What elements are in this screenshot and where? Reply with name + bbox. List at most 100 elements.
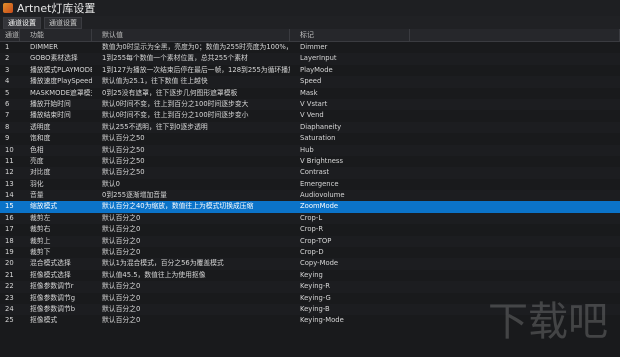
cell-default: 默认0时间不变，往上到百分之100时间逐步变小 <box>102 111 249 120</box>
cell-filler <box>410 122 620 133</box>
cell-default: 0到25没有遮罩，往下逐步几何图形遮罩模板 <box>102 88 238 97</box>
table-row[interactable]: 6 播放开始时间 默认0时间不变，往上到百分之100时间逐步变大 V Vstart <box>0 98 620 111</box>
cell-label: V Vstart <box>300 99 328 108</box>
cell-label: Keying-R <box>300 282 331 291</box>
title-bar: Artnet灯库设置 <box>0 0 620 16</box>
cell-default: 默认百分之0 <box>102 293 141 302</box>
cell-function: 对比度 <box>30 168 51 177</box>
cell-label: Keying-B <box>300 304 330 313</box>
table-row[interactable]: 18 裁剪上 默认百分之0 Crop-TOP <box>0 235 620 248</box>
cell-filler <box>410 156 620 167</box>
tab-channel-settings-2[interactable]: 通道设置 <box>44 16 82 29</box>
cell-default: 默认1为混合模式，百分之56为覆盖模式 <box>102 259 224 268</box>
table-row[interactable]: 3 播放模式PLAYMODE 1到127为播放一次结束后停在最后一帧，128到255… <box>0 65 620 76</box>
cell-default: 默认百分之50 <box>102 145 145 154</box>
cell-channel: 23 <box>5 293 14 302</box>
table-row[interactable]: 15 缩放模式 默认百分之40为缩放，数值往上为模式切换成压缩 ZoomMode <box>0 201 620 213</box>
window-title: Artnet灯库设置 <box>17 2 96 15</box>
cell-default: 默认值45.5，数值往上为使用抠像 <box>102 270 206 279</box>
cell-filler <box>410 133 620 144</box>
cell-default: 数值为0时显示为全黑，亮度为0；数值为255时亮度为100%，通道... <box>102 43 290 51</box>
cell-label: Saturation <box>300 134 336 143</box>
cell-default: 1到127为播放一次结束后停在最后一帧，128到255为循环播放 <box>102 65 290 74</box>
cell-label: Mask <box>300 88 318 97</box>
table-row[interactable]: 11 亮度 默认百分之50 V Brightness <box>0 156 620 167</box>
cell-channel: 4 <box>5 77 10 86</box>
cell-filler <box>410 65 620 76</box>
cell-function: 抠像模式 <box>30 316 58 325</box>
table-row[interactable]: 1 DIMMER 数值为0时显示为全黑，亮度为0；数值为255时亮度为100%，通道… <box>0 42 620 53</box>
table-row[interactable]: 19 裁剪下 默认百分之0 Crop-D <box>0 247 620 258</box>
cell-channel: 8 <box>5 122 10 131</box>
cell-channel: 11 <box>5 156 14 165</box>
cell-channel: 18 <box>5 236 14 245</box>
table-row[interactable]: 21 抠像模式选择 默认值45.5，数值往上为使用抠像 Keying <box>0 270 620 281</box>
header-function[interactable]: 功能 <box>20 29 92 41</box>
cell-filler <box>410 224 620 235</box>
cell-default: 默认百分之0 <box>102 213 141 222</box>
tab-channel-settings-1[interactable]: 通道设置 <box>3 16 41 29</box>
table-row[interactable]: 5 MASKMODE遮罩模式 0到25没有遮罩，往下逐步几何图形遮罩模板 Mask <box>0 88 620 99</box>
table-header: 通道 功能 默认值 标记 <box>0 29 620 42</box>
cell-default: 默认百分之50 <box>102 156 145 165</box>
cell-label: Keying-Mode <box>300 316 344 325</box>
cell-filler <box>410 270 620 281</box>
cell-function: 抠像参数调节g <box>30 293 76 302</box>
cell-function: 裁剪上 <box>30 236 51 245</box>
cell-default: 默认百分之0 <box>102 304 141 313</box>
table-row[interactable]: 13 羽化 默认0 Emergence <box>0 179 620 190</box>
cell-function: DIMMER <box>30 43 58 51</box>
table-row[interactable]: 7 播放结束时间 默认0时间不变，往上到百分之100时间逐步变小 V Vend <box>0 110 620 121</box>
cell-label: Diaphaneity <box>300 122 342 131</box>
cell-filler <box>410 179 620 190</box>
cell-default: 默认0 <box>102 179 120 188</box>
cell-filler <box>410 110 620 121</box>
cell-label: Crop-R <box>300 225 324 234</box>
cell-function: MASKMODE遮罩模式 <box>30 88 92 97</box>
table-row[interactable]: 12 对比度 默认百分之50 Contrast <box>0 167 620 179</box>
table-row[interactable]: 4 播放速度PlaySpeed 默认值为25.1，往下数值 往上越快 Speed <box>0 76 620 88</box>
cell-default: 0到255逐渐增加音量 <box>102 191 167 200</box>
cell-label: Hub <box>300 145 314 154</box>
cell-label: Emergence <box>300 179 339 188</box>
header-label[interactable]: 标记 <box>290 29 410 41</box>
cell-label: Crop-D <box>300 248 324 257</box>
cell-filler <box>410 42 620 53</box>
cell-default: 默认百分之0 <box>102 236 141 245</box>
cell-default: 默认百分之0 <box>102 225 141 234</box>
cell-label: V Brightness <box>300 156 344 165</box>
cell-function: 播放结束时间 <box>30 111 71 120</box>
cell-filler <box>410 201 620 212</box>
cell-channel: 15 <box>5 202 14 211</box>
table-row[interactable]: 8 透明度 默认255不透明，往下到0逐步透明 Diaphaneity <box>0 121 620 134</box>
table-row[interactable]: 2 GOBO素材选择 1到255每个数值一个素材位置，总共255个素材 LayerIn… <box>0 53 620 65</box>
table-row[interactable]: 14 音量 0到255逐渐增加音量 Audiovolume <box>0 190 620 202</box>
cell-default: 默认255不透明，往下到0逐步透明 <box>102 122 208 131</box>
cell-default: 默认百分之0 <box>102 316 141 325</box>
cell-default: 默认百分之50 <box>102 134 145 143</box>
cell-label: PlayMode <box>300 65 333 74</box>
table-row[interactable]: 16 裁剪左 默认百分之0 Crop-L <box>0 212 620 225</box>
cell-filler <box>410 145 620 156</box>
cell-function: 播放模式PLAYMODE <box>30 65 92 74</box>
table-row[interactable]: 20 混合模式选择 默认1为混合模式，百分之56为覆盖模式 Copy-Mode <box>0 258 620 270</box>
table-row[interactable]: 9 饱和度 默认百分之50 Saturation <box>0 133 620 144</box>
cell-default: 默认百分之40为缩放，数值往上为模式切换成压缩 <box>102 202 254 211</box>
table-row[interactable]: 10 色相 默认百分之50 Hub <box>0 144 620 156</box>
header-channel[interactable]: 通道 <box>0 29 20 41</box>
cell-channel: 13 <box>5 179 14 188</box>
cell-label: Crop-TOP <box>300 236 332 245</box>
cell-channel: 17 <box>5 225 14 234</box>
cell-default: 默认百分之50 <box>102 168 145 177</box>
cell-channel: 6 <box>5 99 10 108</box>
table-row[interactable]: 17 裁剪右 默认百分之0 Crop-R <box>0 224 620 235</box>
cell-filler <box>410 76 620 87</box>
cell-channel: 7 <box>5 111 10 120</box>
header-default[interactable]: 默认值 <box>92 29 290 41</box>
cell-channel: 25 <box>5 316 14 325</box>
cell-default: 默认百分之0 <box>102 248 141 257</box>
watermark-logo: 下载吧 <box>488 299 608 345</box>
cell-channel: 12 <box>5 168 14 177</box>
cell-label: V Vend <box>300 111 324 120</box>
cell-label: Speed <box>300 77 322 86</box>
